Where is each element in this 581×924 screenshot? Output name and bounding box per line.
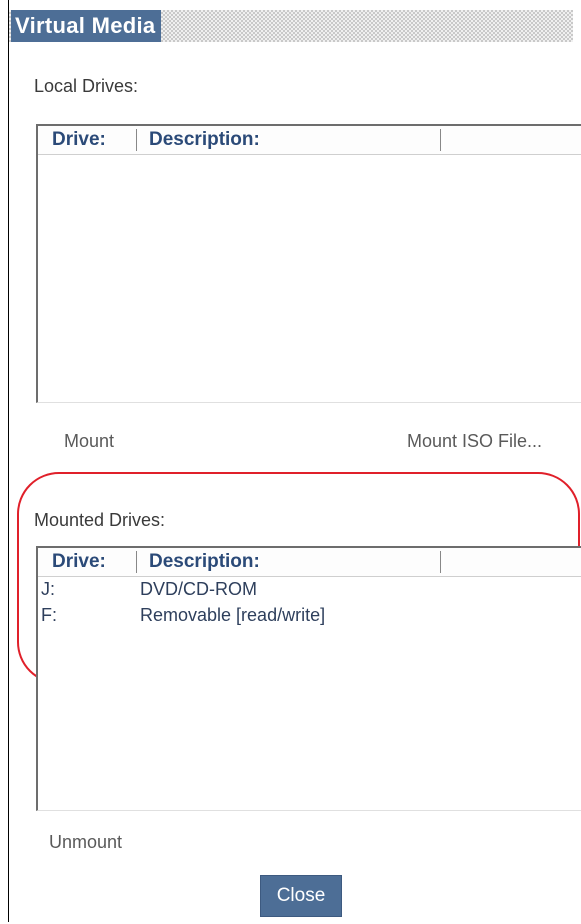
description-cell: DVD/CD-ROM xyxy=(140,579,257,599)
local-drives-label: Local Drives: xyxy=(34,76,139,96)
drive-cell: F: xyxy=(41,605,57,625)
window-title: Virtual Media xyxy=(11,10,162,42)
column-description[interactable]: Description: xyxy=(149,129,260,151)
unmount-button[interactable]: Unmount xyxy=(49,832,122,853)
description-cell: Removable [read/write] xyxy=(140,605,326,625)
column-divider[interactable] xyxy=(136,129,140,151)
column-divider[interactable] xyxy=(136,551,140,573)
local-drives-header: Drive: Description: xyxy=(38,126,581,155)
mounted-drives-label: Mounted Drives: xyxy=(34,510,166,530)
column-drive[interactable]: Drive: xyxy=(52,129,106,151)
mount-button[interactable]: Mount xyxy=(64,431,114,452)
column-description[interactable]: Description: xyxy=(149,551,260,573)
close-button[interactable]: Close xyxy=(260,875,342,917)
column-drive[interactable]: Drive: xyxy=(52,551,106,573)
column-divider[interactable] xyxy=(440,551,444,573)
title-bar[interactable]: Virtual Media xyxy=(9,10,573,42)
table-row[interactable]: F: Removable [read/write] xyxy=(38,603,581,629)
mounted-drives-header: Drive: Description: xyxy=(38,548,581,577)
column-divider[interactable] xyxy=(440,129,444,151)
drive-cell: J: xyxy=(41,579,56,599)
table-row[interactable]: J: DVD/CD-ROM xyxy=(38,577,581,603)
mounted-drives-list[interactable]: Drive: Description: J: DVD/CD-ROM F: Rem… xyxy=(36,546,581,811)
local-drives-list[interactable]: Drive: Description: xyxy=(36,124,581,403)
virtual-media-window: Virtual Media Local Drives: Drive: Descr… xyxy=(8,0,581,922)
mount-iso-file-button[interactable]: Mount ISO File... xyxy=(407,431,542,452)
